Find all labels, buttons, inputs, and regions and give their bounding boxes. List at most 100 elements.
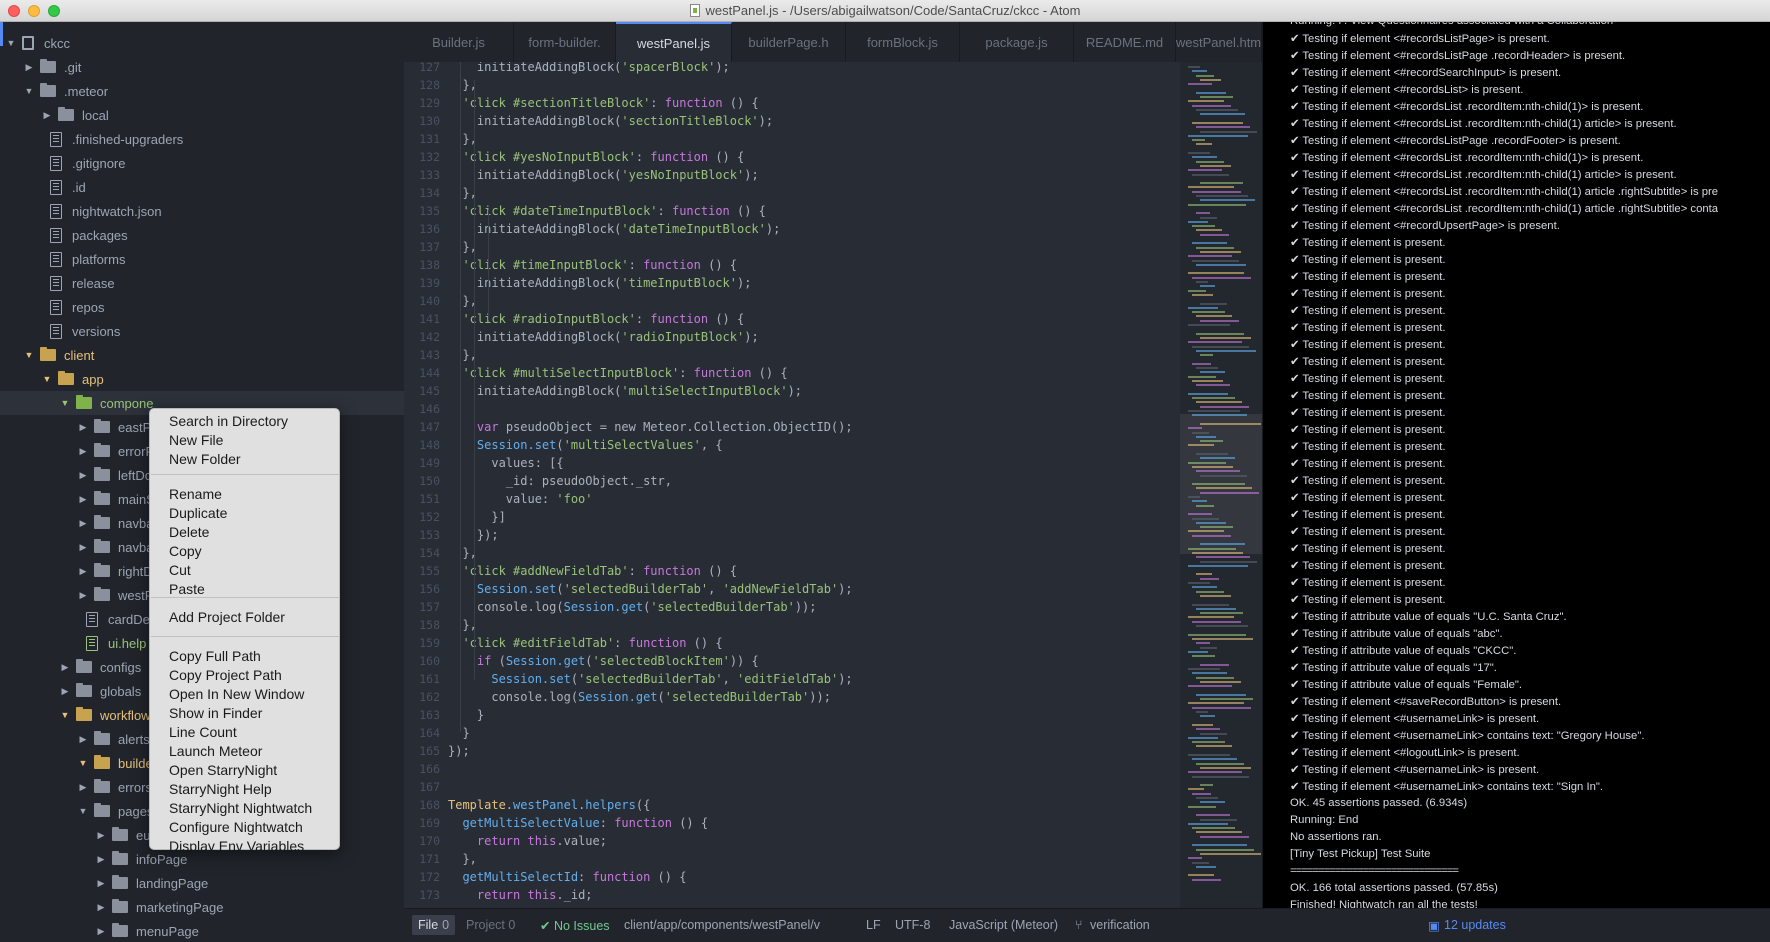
menu-item-rename[interactable]: Rename [169, 486, 222, 502]
chevron-right-icon[interactable]: ▶ [60, 686, 70, 697]
minimize-window-button[interactable] [28, 5, 40, 17]
linter-status[interactable]: ✔ No Issues [540, 918, 610, 933]
menu-item-launch-meteor[interactable]: Launch Meteor [169, 743, 262, 759]
code-line[interactable]: values: [{ [448, 456, 563, 470]
code-line[interactable]: return this.value; [448, 834, 607, 848]
close-window-button[interactable] [8, 5, 20, 17]
code-editor[interactable]: 127 128 129 130 131 132 133 134 135 136 137 138 139 1… [404, 62, 1262, 908]
file-path[interactable]: client/app/components/westPanel/v [624, 918, 820, 932]
chevron-right-icon[interactable]: ▶ [78, 470, 88, 481]
chevron-down-icon[interactable]: ▼ [78, 758, 88, 768]
code-line[interactable]: value: 'foo' [448, 492, 593, 506]
tree-item[interactable]: ▼ .meteor [0, 79, 404, 103]
code-line[interactable]: 'click #multiSelectInputBlock': function… [448, 366, 787, 380]
minimap[interactable] [1180, 62, 1262, 908]
menu-item-delete[interactable]: Delete [169, 524, 209, 540]
tree-item[interactable]: platforms [0, 247, 404, 271]
tree-item[interactable]: versions [0, 319, 404, 343]
chevron-right-icon[interactable]: ▶ [78, 518, 88, 529]
chevron-right-icon[interactable]: ▶ [78, 734, 88, 745]
menu-item-new-file[interactable]: New File [169, 432, 223, 448]
git-branch[interactable]: verification [1090, 918, 1150, 932]
code-line[interactable]: initiateAddingBlock('yesNoInputBlock'); [448, 168, 759, 182]
menu-item-search-in-directory[interactable]: Search in Directory [169, 413, 288, 429]
code-line[interactable]: Session.set('selectedBuilderTab', 'addNe… [448, 582, 853, 596]
tree-item[interactable]: ▼ client [0, 343, 404, 367]
code-line[interactable]: }, [448, 132, 476, 146]
chevron-right-icon[interactable]: ▶ [78, 566, 88, 577]
code-line[interactable]: initiateAddingBlock('timeInputBlock'); [448, 276, 752, 290]
chevron-right-icon[interactable]: ▶ [78, 782, 88, 793]
code-line[interactable]: }] [448, 510, 505, 524]
menu-item-open-in-new-window[interactable]: Open In New Window [169, 686, 304, 702]
menu-item-add-project-folder[interactable]: Add Project Folder [169, 609, 285, 625]
tab[interactable]: westPanel.js [616, 22, 732, 62]
menu-item-cut[interactable]: Cut [169, 562, 191, 578]
file-issues-tab[interactable]: File 0 [412, 915, 456, 935]
tree-item[interactable]: ▼ ckcc [0, 31, 404, 55]
code-line[interactable]: 'click #addNewFieldTab': function () { [448, 564, 737, 578]
code-line[interactable]: }, [448, 348, 476, 362]
code-line[interactable]: _id: pseudoObject._str, [448, 474, 672, 488]
code-line[interactable]: initiateAddingBlock('spacerBlock'); [448, 62, 730, 74]
code-line[interactable]: }); [448, 744, 470, 758]
chevron-right-icon[interactable]: ▶ [78, 446, 88, 457]
tree-item[interactable]: release [0, 271, 404, 295]
chevron-right-icon[interactable]: ▶ [96, 902, 106, 913]
menu-item-copy[interactable]: Copy [169, 543, 202, 559]
code-line[interactable]: initiateAddingBlock('multiSelectInputBlo… [448, 384, 802, 398]
menu-item-starrynight-nightwatch[interactable]: StarryNight Nightwatch [169, 800, 312, 816]
tree-item[interactable]: .gitignore [0, 151, 404, 175]
code-line[interactable]: } [448, 708, 484, 722]
code-line[interactable]: getMultiSelectValue: function () { [448, 816, 708, 830]
tree-item[interactable]: .finished-upgraders [0, 127, 404, 151]
code-line[interactable]: console.log(Session.get('selectedBuilder… [448, 690, 831, 704]
tab[interactable]: README.md [1074, 22, 1176, 62]
chevron-right-icon[interactable]: ▶ [42, 110, 52, 121]
code-line[interactable]: 'click #dateTimeInputBlock': function ()… [448, 204, 765, 218]
chevron-right-icon[interactable]: ▶ [78, 590, 88, 601]
chevron-down-icon[interactable]: ▼ [78, 806, 88, 816]
tree-item[interactable]: ▶ menuPage [0, 919, 404, 942]
code-line[interactable]: 'click #radioInputBlock': function () { [448, 312, 744, 326]
menu-item-display-env-variables[interactable]: Display Env Variables [169, 838, 304, 854]
tab[interactable]: westPanel.htm [1176, 22, 1262, 62]
chevron-right-icon[interactable]: ▶ [78, 542, 88, 553]
chevron-down-icon[interactable]: ▼ [6, 38, 16, 48]
code-line[interactable]: 'click #sectionTitleBlock': function () … [448, 96, 758, 110]
code-line[interactable]: }, [448, 294, 476, 308]
code-line[interactable]: initiateAddingBlock('sectionTitleBlock')… [448, 114, 773, 128]
code-line[interactable]: }, [448, 186, 476, 200]
code-line[interactable]: Template.westPanel.helpers({ [448, 798, 650, 812]
tab[interactable]: builderPage.h [732, 22, 846, 62]
maximize-window-button[interactable] [48, 5, 60, 17]
line-ending[interactable]: LF [866, 918, 881, 932]
chevron-right-icon[interactable]: ▶ [96, 926, 106, 937]
code-line[interactable]: 'click #timeInputBlock': function () { [448, 258, 737, 272]
chevron-down-icon[interactable]: ▼ [42, 374, 52, 384]
menu-item-open-starrynight[interactable]: Open StarryNight [169, 762, 277, 778]
tab[interactable]: Builder.js [404, 22, 514, 62]
tree-item[interactable]: ▶ marketingPage [0, 895, 404, 919]
tab[interactable]: formBlock.js [846, 22, 960, 62]
tree-item[interactable]: ▶ landingPage [0, 871, 404, 895]
chevron-down-icon[interactable]: ▼ [24, 350, 34, 360]
code-line[interactable]: }, [448, 240, 476, 254]
chevron-right-icon[interactable]: ▶ [96, 854, 106, 865]
code-line[interactable]: getMultiSelectId: function () { [448, 870, 686, 884]
code-line[interactable]: Session.set('multiSelectValues', { [448, 438, 723, 452]
menu-item-starrynight-help[interactable]: StarryNight Help [169, 781, 272, 797]
code-line[interactable]: if (Session.get('selectedBlockItem')) { [448, 654, 759, 668]
menu-item-paste[interactable]: Paste [169, 581, 205, 597]
tree-item[interactable]: ▼ app [0, 367, 404, 391]
code-line[interactable]: 'click #yesNoInputBlock': function () { [448, 150, 744, 164]
menu-item-new-folder[interactable]: New Folder [169, 451, 241, 467]
encoding[interactable]: UTF-8 [895, 918, 930, 932]
chevron-down-icon[interactable]: ▼ [60, 710, 70, 720]
chevron-right-icon[interactable]: ▶ [78, 494, 88, 505]
code-line[interactable]: }, [448, 618, 476, 632]
code-line[interactable]: initiateAddingBlock('radioInputBlock'); [448, 330, 759, 344]
code-line[interactable]: 'click #editFieldTab': function () { [448, 636, 722, 650]
tab[interactable]: package.js [960, 22, 1074, 62]
code-line[interactable]: }, [448, 546, 476, 560]
